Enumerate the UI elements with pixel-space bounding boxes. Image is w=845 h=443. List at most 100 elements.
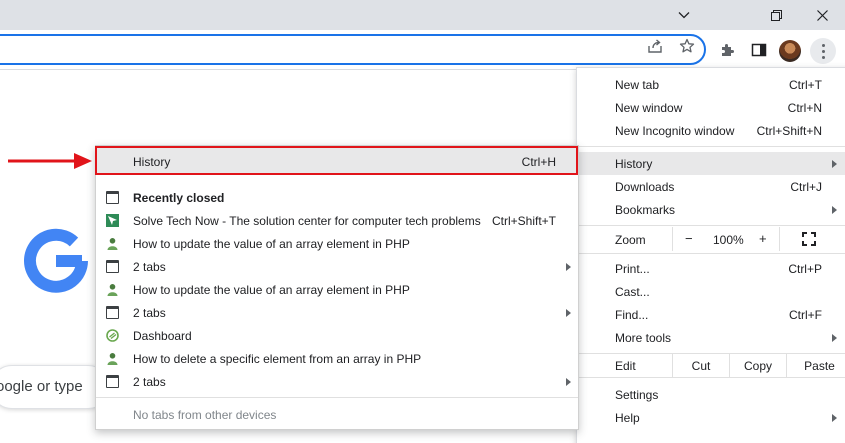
menu-divider [96,397,578,398]
person-favicon [106,283,119,296]
history-item-php-delete[interactable]: How to delete a specific element from an… [96,347,578,370]
recently-closed-header: Recently closed [96,186,578,209]
history-item-label: 2 tabs [133,260,166,274]
address-bar[interactable] [0,34,706,65]
menu-item-label: Downloads [615,180,675,194]
menu-item-shortcut: Ctrl+N [787,101,822,115]
submenu-arrow-icon [566,378,571,386]
history-item-php-update-1[interactable]: How to update the value of an array elem… [96,232,578,255]
menu-divider [577,377,845,378]
no-other-devices-note: No tabs from other devices [96,403,578,426]
history-item-label: 2 tabs [133,306,166,320]
menu-item-settings[interactable]: Settings [577,383,845,406]
copy-button[interactable]: Copy [729,354,786,377]
fullscreen-icon[interactable] [802,232,816,249]
menu-item-history[interactable]: History [577,152,845,175]
menu-item-label: Bookmarks [615,203,676,217]
zoom-controls: − 100% + [672,227,845,251]
person-favicon [106,352,119,365]
paste-button[interactable]: Paste [786,354,845,377]
restore-icon[interactable] [753,0,799,30]
menu-item-label: Cast... [615,285,650,299]
submenu-arrow-icon [566,263,571,271]
google-logo [20,225,92,300]
menu-item-new-incognito-window[interactable]: New Incognito window Ctrl+Shift+N [577,119,845,142]
close-icon[interactable] [799,0,845,30]
menu-item-new-tab[interactable]: New tab Ctrl+T [577,73,845,96]
history-item-label: History [133,155,171,169]
history-item-solve-tech-now[interactable]: Solve Tech Now - The solution center for… [96,209,578,232]
menu-item-downloads[interactable]: Downloads Ctrl+J [577,175,845,198]
history-item-2-tabs[interactable]: 2 tabs [96,301,578,324]
menu-item-label: New tab [615,78,660,92]
submenu-arrow-icon [832,160,837,168]
menu-item-shortcut: Ctrl+F [789,308,822,322]
menu-divider [577,253,845,254]
chrome-menu: New tab Ctrl+T New window Ctrl+N New Inc… [576,67,845,443]
menu-item-label: Print... [615,262,650,276]
history-item-history[interactable]: History Ctrl+H [95,146,578,175]
history-item-label: Dashboard [133,329,192,343]
annotation-arrow [8,151,92,174]
tab-icon [106,191,119,204]
menu-item-label: Settings [615,388,659,402]
history-item-label: How to delete a specific element from an… [133,352,422,366]
menu-item-label: History [615,157,653,171]
history-submenu: Recently closed Solve Tech Now - The sol… [95,145,579,430]
menu-item-print[interactable]: Print... Ctrl+P [577,257,845,280]
search-placeholder: oogle or type [0,378,83,395]
history-item-2-tabs[interactable]: 2 tabs [96,255,578,278]
zoom-row: Zoom − 100% + [577,227,845,251]
menu-item-find[interactable]: Find... Ctrl+F [577,303,845,326]
toolbar [0,30,845,70]
submenu-arrow-icon [832,206,837,214]
menu-item-shortcut: Ctrl+Shift+N [756,124,822,138]
submenu-arrow-icon [832,334,837,342]
menu-item-bookmarks[interactable]: Bookmarks [577,198,845,221]
cut-button[interactable]: Cut [672,354,729,377]
menu-item-new-window[interactable]: New window Ctrl+N [577,96,845,119]
menu-item-label: More tools [615,331,672,345]
zoom-label: Zoom [615,233,646,247]
history-item-shortcut: Ctrl+Shift+T [491,214,556,228]
history-item-shortcut: Ctrl+H [521,155,556,169]
edit-label: Edit [615,359,636,373]
menu-item-shortcut: Ctrl+J [790,180,822,194]
history-item-php-update-2[interactable]: How to update the value of an array elem… [96,278,578,301]
history-item-2-tabs[interactable]: 2 tabs [96,370,578,393]
title-bar [0,0,845,30]
zoom-value: 100% [713,233,744,247]
menu-divider [577,225,845,226]
share-icon[interactable] [646,37,664,55]
menu-item-label: New window [615,101,683,115]
history-item-label: Recently closed [133,191,225,205]
chevron-down-icon[interactable] [661,0,707,30]
tab-icon [106,260,119,273]
history-item-label: Solve Tech Now - The solution center for… [133,214,481,228]
person-favicon [106,237,119,250]
zoom-divider [779,227,780,251]
zoom-out-button[interactable]: − [685,231,693,246]
star-icon[interactable] [678,37,696,55]
menu-item-shortcut: Ctrl+T [789,78,822,92]
menu-item-more-tools[interactable]: More tools [577,326,845,349]
extensions-icon[interactable] [716,39,738,61]
submenu-arrow-icon [832,414,837,422]
tab-icon [106,375,119,388]
history-item-dashboard[interactable]: Dashboard [96,324,578,347]
side-panel-icon[interactable] [748,39,770,61]
menu-item-shortcut: Ctrl+P [788,262,822,276]
menu-divider [577,146,845,147]
tab-icon [106,306,119,319]
menu-item-label: New Incognito window [615,124,735,138]
history-item-label: No tabs from other devices [133,408,277,422]
menu-item-label: Help [615,411,640,425]
avatar[interactable] [779,40,801,62]
history-item-label: 2 tabs [133,375,166,389]
history-item-label: How to update the value of an array elem… [133,283,410,297]
more-icon[interactable] [810,38,836,64]
history-item-label: How to update the value of an array elem… [133,237,410,251]
menu-item-help[interactable]: Help [577,406,845,429]
zoom-in-button[interactable]: + [759,231,767,246]
menu-item-cast[interactable]: Cast... [577,280,845,303]
